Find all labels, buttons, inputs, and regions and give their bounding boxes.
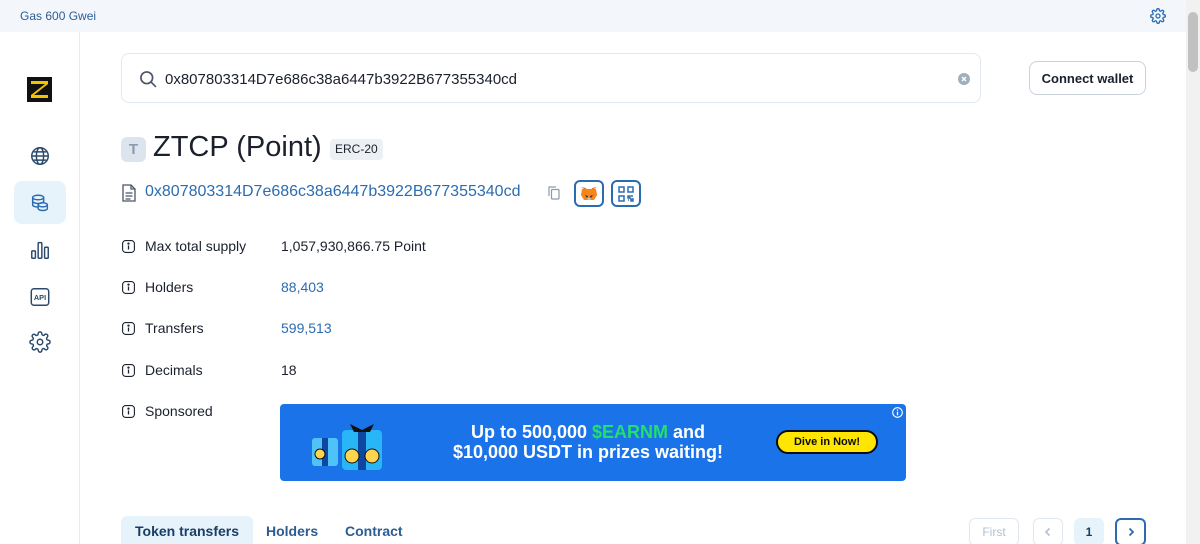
detail-label: Transfers: [145, 320, 204, 336]
gear-icon: [29, 330, 51, 353]
sponsored-banner[interactable]: Up to 500,000 $EARNM and $10,000 USDT in…: [280, 404, 906, 481]
qr-code-button[interactable]: [611, 180, 641, 207]
sidebar-item-tokens[interactable]: [14, 181, 66, 224]
clear-icon[interactable]: [958, 73, 970, 85]
scrollbar-thumb[interactable]: [1188, 12, 1198, 72]
add-to-metamask-button[interactable]: [574, 180, 604, 207]
info-icon[interactable]: [122, 405, 135, 418]
chevron-right-icon: [1128, 527, 1134, 537]
info-icon[interactable]: [122, 322, 135, 335]
qr-code-icon: [618, 185, 634, 202]
detail-label: Sponsored: [145, 403, 213, 419]
tab-contract[interactable]: Contract: [331, 516, 417, 544]
detail-value: 18: [281, 362, 297, 378]
sidebar-item-charts[interactable]: [14, 228, 66, 271]
api-icon: API: [30, 287, 50, 306]
search-bar: [121, 53, 981, 103]
sidebar-item-settings[interactable]: [14, 320, 66, 363]
sidebar-item-api[interactable]: API: [14, 275, 66, 318]
token-standard-tag: ERC-20: [330, 139, 383, 160]
gas-price[interactable]: Gas 600 Gwei: [20, 9, 96, 23]
sidebar-item-blockchain[interactable]: [14, 134, 66, 177]
token-address-link[interactable]: 0x807803314D7e686c38a6447b3922B677355340…: [145, 183, 520, 201]
chevron-left-icon: [1044, 527, 1051, 537]
info-icon[interactable]: [122, 364, 135, 377]
svg-text:API: API: [34, 293, 46, 302]
gear-icon[interactable]: [1150, 8, 1166, 24]
metamask-fox-icon: [581, 186, 597, 200]
contract-file-icon: [122, 184, 136, 202]
search-icon: [140, 71, 157, 88]
connect-wallet-button[interactable]: Connect wallet: [1029, 61, 1146, 95]
pagination-current-page: 1: [1074, 518, 1104, 544]
pagination-next-button[interactable]: [1115, 518, 1146, 544]
top-bar: Gas 600 Gwei: [0, 0, 1186, 32]
gift-boxes-icon: [312, 424, 382, 470]
detail-label: Holders: [145, 279, 194, 295]
detail-label: Decimals: [145, 362, 203, 378]
globe-icon: [31, 146, 49, 165]
info-icon[interactable]: [122, 240, 135, 253]
ad-cta-button[interactable]: Dive in Now!: [776, 430, 878, 454]
pagination-first-button[interactable]: First: [969, 518, 1019, 544]
info-icon[interactable]: [122, 281, 135, 294]
token-icon: T: [121, 137, 146, 162]
logo-icon[interactable]: [27, 77, 52, 102]
ad-info-icon[interactable]: [892, 407, 903, 418]
tab-holders[interactable]: Holders: [252, 516, 332, 544]
ad-headline: Up to 500,000 $EARNM and $10,000 USDT in…: [452, 422, 724, 462]
sidebar: API: [0, 32, 80, 544]
bar-chart-icon: [31, 241, 49, 259]
page-title: ZTCP (Point): [153, 131, 322, 163]
search-input[interactable]: [165, 67, 945, 91]
pagination-prev-button[interactable]: [1033, 518, 1063, 544]
coins-icon: [31, 193, 49, 211]
scrollbar-track[interactable]: [1186, 0, 1200, 544]
detail-value: 1,057,930,866.75 Point: [281, 238, 426, 254]
tab-token-transfers[interactable]: Token transfers: [121, 516, 253, 544]
detail-label: Max total supply: [145, 238, 247, 254]
holders-count-link[interactable]: 88,403: [281, 279, 324, 295]
transfers-count-link[interactable]: 599,513: [281, 320, 332, 336]
copy-icon[interactable]: [548, 186, 560, 200]
